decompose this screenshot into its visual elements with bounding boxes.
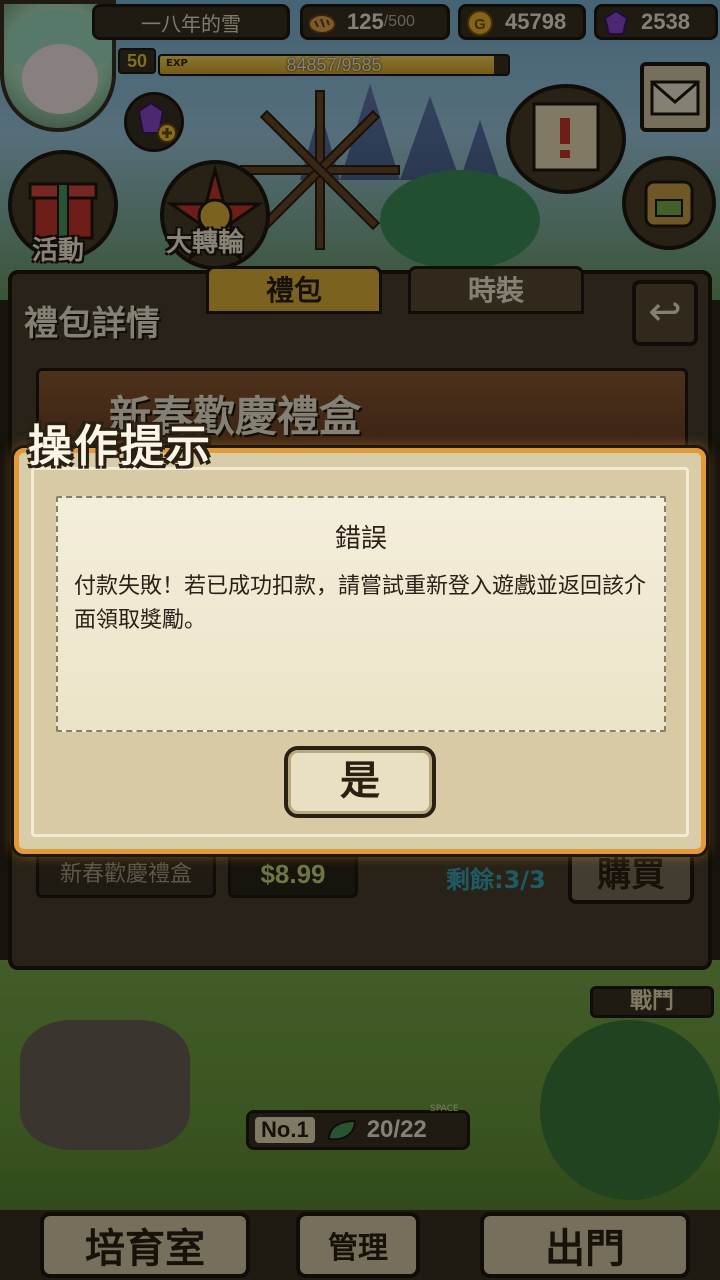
message-body: 付款失敗！若已成功扣款，請嘗試重新登入遊戲並返回該介面領取獎勵。 — [74, 574, 647, 633]
message-heading: 錯誤 — [334, 524, 387, 554]
dialog-title: 操作提示 — [28, 421, 212, 472]
confirm-yes-button[interactable]: 是 — [284, 746, 436, 818]
message-paper: 錯誤 付款失敗！若已成功扣款，請嘗試重新登入遊戲並返回該介面領取獎勵。 — [56, 496, 666, 732]
